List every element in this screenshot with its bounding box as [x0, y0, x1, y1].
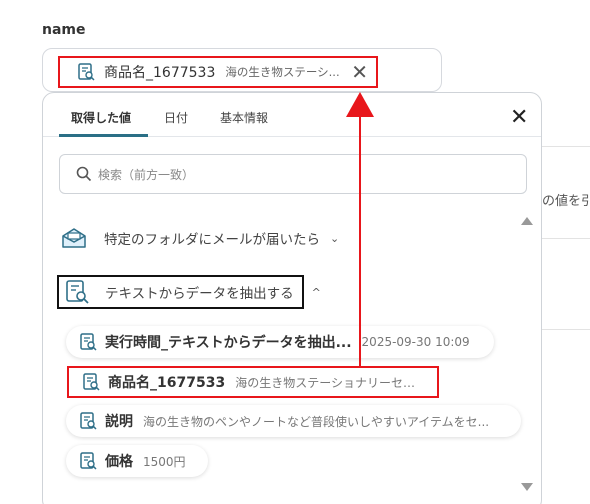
tab-date[interactable]: 日付 [164, 109, 188, 126]
value-item-value: 海の生き物ステーショナリーセット [235, 375, 423, 390]
value-item-product-name[interactable]: 商品名_1677533 海の生き物ステーショナリーセット [67, 366, 439, 398]
group-mail-trigger[interactable]: 特定のフォルダにメールが届いたら ⌄ [61, 227, 339, 249]
search-placeholder: 検索（前方一致） [98, 167, 195, 182]
value-item-name: 実行時間_テキストからデータを抽出... [105, 335, 352, 351]
selected-chip-value: 海の生き物ステーシ... [225, 65, 340, 79]
extracted-value-icon [78, 62, 95, 81]
tab-obtained-values[interactable]: 取得した値 [71, 109, 131, 126]
value-item-execution-time[interactable]: 実行時間_テキストからデータを抽出... 2025-09-30 10:09 [66, 326, 494, 358]
chevron-up-icon: ^ [311, 285, 321, 299]
background-divider [542, 146, 590, 147]
search-icon [76, 166, 92, 182]
background-text: の値を引 [542, 194, 590, 209]
active-tab-indicator [59, 134, 148, 137]
extracted-value-icon [80, 411, 97, 430]
extracted-value-icon [83, 372, 100, 391]
value-picker-panel: 取得した値 日付 基本情報 ✕ 検索（前方一致） 特定のフォルダにメールが届いた… [42, 92, 542, 504]
search-input[interactable]: 検索（前方一致） [59, 154, 527, 194]
scroll-down-arrow-icon[interactable] [521, 483, 533, 491]
value-item-price[interactable]: 価格 1500円 [66, 445, 208, 477]
extracted-value-icon [80, 451, 97, 470]
remove-chip-icon[interactable]: ✕ [351, 62, 368, 82]
value-item-name: 説明 [105, 414, 133, 430]
selected-chip-name: 商品名_1677533 [104, 65, 216, 81]
selected-value-chip[interactable]: 商品名_1677533 海の生き物ステーシ... ✕ [58, 56, 378, 88]
scroll-up-arrow-icon[interactable] [521, 217, 533, 225]
value-item-name: 商品名_1677533 [108, 375, 226, 391]
value-item-value: 2025-09-30 10:09 [361, 335, 470, 349]
mail-tray-icon [62, 228, 86, 248]
tab-basic-info[interactable]: 基本情報 [220, 109, 268, 126]
value-item-name: 価格 [105, 454, 133, 470]
background-divider [542, 329, 590, 330]
picker-tabs: 取得した値 日付 基本情報 [43, 93, 541, 137]
value-item-value: 海の生き物のペンやノートなど普段使いしやすいアイテムをセ... [143, 414, 490, 429]
group-label: テキストからデータを抽出する [105, 286, 294, 302]
group-label: 特定のフォルダにメールが届いたら [104, 232, 320, 248]
field-label: name [42, 22, 86, 38]
background-divider [542, 238, 590, 239]
group-text-extraction[interactable]: テキストからデータを抽出する ^ [57, 275, 321, 309]
chevron-down-icon: ⌄ [330, 231, 340, 245]
value-item-description[interactable]: 説明 海の生き物のペンやノートなど普段使いしやすいアイテムをセ... [66, 405, 521, 437]
close-icon[interactable]: ✕ [510, 107, 528, 129]
group-highlight-box: テキストからデータを抽出する [57, 275, 304, 309]
extracted-value-icon [80, 332, 97, 351]
value-item-value: 1500円 [143, 454, 186, 469]
extract-data-icon [66, 280, 89, 304]
